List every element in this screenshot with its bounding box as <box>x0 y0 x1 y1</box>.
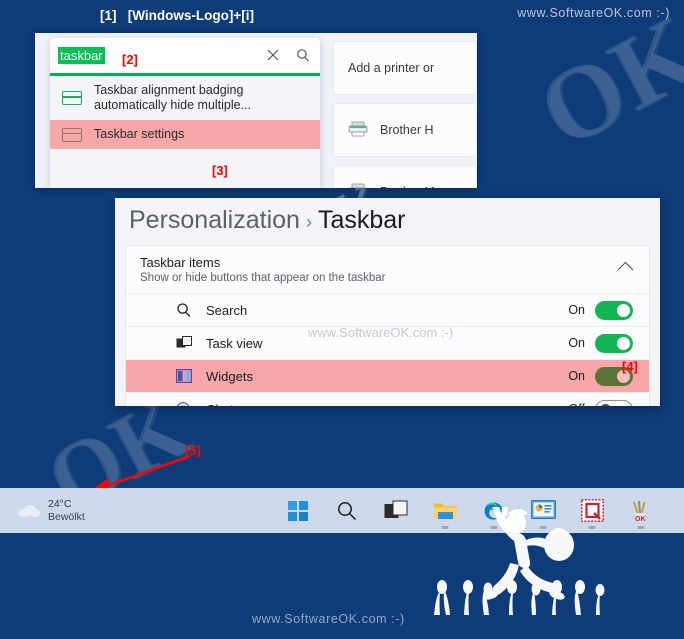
add-printer-label: Add a printer or <box>348 61 435 75</box>
close-icon[interactable] <box>266 48 282 64</box>
search-icon[interactable] <box>296 48 312 64</box>
marker-4: [4] <box>622 359 638 374</box>
setting-state: On <box>568 369 585 383</box>
settings-search-window: Add a printer or Brother H taskbar Taskb… <box>35 33 477 188</box>
search-result-item[interactable]: Taskbar alignment badging automatically … <box>50 76 320 120</box>
widgets-icon <box>174 369 194 383</box>
setting-state: On <box>568 336 585 350</box>
marker-2: [2] <box>122 52 138 67</box>
taskbar-items-card: Taskbar items Show or hide buttons that … <box>125 245 650 406</box>
task-view-icon[interactable] <box>381 494 411 527</box>
setting-label: Widgets <box>206 368 253 384</box>
weather-temperature: 24°C <box>48 497 72 510</box>
toggle-task-view[interactable] <box>595 333 633 353</box>
search-icon <box>174 302 194 318</box>
setting-row-search[interactable]: Search On <box>126 293 649 326</box>
watermark-logo: OK <box>520 0 684 171</box>
setting-state: Off <box>569 402 595 406</box>
page-title: [1] [Windows-Logo]+[i] <box>100 8 254 23</box>
task-view-icon <box>174 336 194 350</box>
softwareok-icon[interactable]: OK <box>626 494 656 529</box>
search-result-item-selected[interactable]: Taskbar settings <box>50 120 320 149</box>
marker-3: [3] <box>212 163 228 178</box>
printer-card[interactable]: Brother H <box>333 103 477 157</box>
setting-state: On <box>568 303 585 317</box>
search-input[interactable]: taskbar <box>50 38 320 76</box>
mascot-illustration <box>434 507 605 615</box>
section-subtitle: Show or hide buttons that appear on the … <box>140 272 386 284</box>
setting-row-chat[interactable]: Chat Off <box>126 392 649 406</box>
printer-icon <box>348 121 368 140</box>
windows-logo-icon <box>288 500 308 521</box>
add-printer-card[interactable]: Add a printer or <box>333 41 477 95</box>
desktop-background: OK OK OK OK [1] [Windows-Logo]+[i] www.S… <box>0 0 684 639</box>
shortcut-label: [Windows-Logo]+[i] <box>127 8 254 23</box>
taskbar-items-header[interactable]: Taskbar items Show or hide buttons that … <box>126 246 649 293</box>
setting-label: Chat <box>206 402 233 407</box>
search-input-value: taskbar <box>58 47 105 64</box>
chevron-right-icon: › <box>305 212 312 232</box>
printer-card[interactable]: Brother M <box>333 165 477 188</box>
toggle-search[interactable] <box>595 300 633 320</box>
watermark-top: www.SoftwareOK.com :-) <box>517 6 670 20</box>
search-flyout: taskbar Taskbar alignment badging automa… <box>50 38 320 188</box>
setting-row-task-view[interactable]: Task view On <box>126 326 649 359</box>
search-results-list: Taskbar alignment badging automatically … <box>50 76 320 188</box>
setting-label: Search <box>206 302 248 318</box>
marker-1: [1] <box>100 8 117 23</box>
running-indicator <box>637 526 645 529</box>
taskbar-icon <box>62 127 82 142</box>
printer-icon <box>348 183 368 188</box>
breadcrumb-current: Taskbar <box>317 206 406 234</box>
search-taskbar-icon[interactable] <box>332 494 362 527</box>
watermark-bottom: www.SoftwareOK.com :-) <box>252 612 405 626</box>
personalization-window: Personalization › Taskbar Taskbar items Sh… <box>115 198 660 406</box>
setting-label: Task view <box>206 335 263 351</box>
cloud-icon <box>18 504 40 517</box>
weather-widget[interactable]: 24°C Bewölkt <box>18 498 85 524</box>
search-result-label: Taskbar alignment badging automatically … <box>94 83 252 112</box>
printer-name: Brother H <box>380 123 434 137</box>
toggle-chat[interactable] <box>595 399 633 406</box>
chat-icon <box>174 402 194 406</box>
start-button[interactable] <box>283 494 313 527</box>
printers-list: Add a printer or Brother H <box>333 33 477 188</box>
search-result-label: Taskbar settings <box>94 127 185 141</box>
weather-condition: Bewölkt <box>48 510 85 523</box>
taskbar-icon <box>62 91 82 105</box>
svg-text:OK: OK <box>635 516 646 522</box>
setting-row-widgets[interactable]: Widgets On <box>126 359 649 392</box>
breadcrumb-parent[interactable]: Personalization <box>129 206 300 234</box>
printer-name: Brother M <box>380 185 435 188</box>
section-title: Taskbar items <box>140 255 221 270</box>
breadcrumb: Personalization › Taskbar <box>115 198 660 241</box>
marker-5: [5] <box>185 443 201 458</box>
